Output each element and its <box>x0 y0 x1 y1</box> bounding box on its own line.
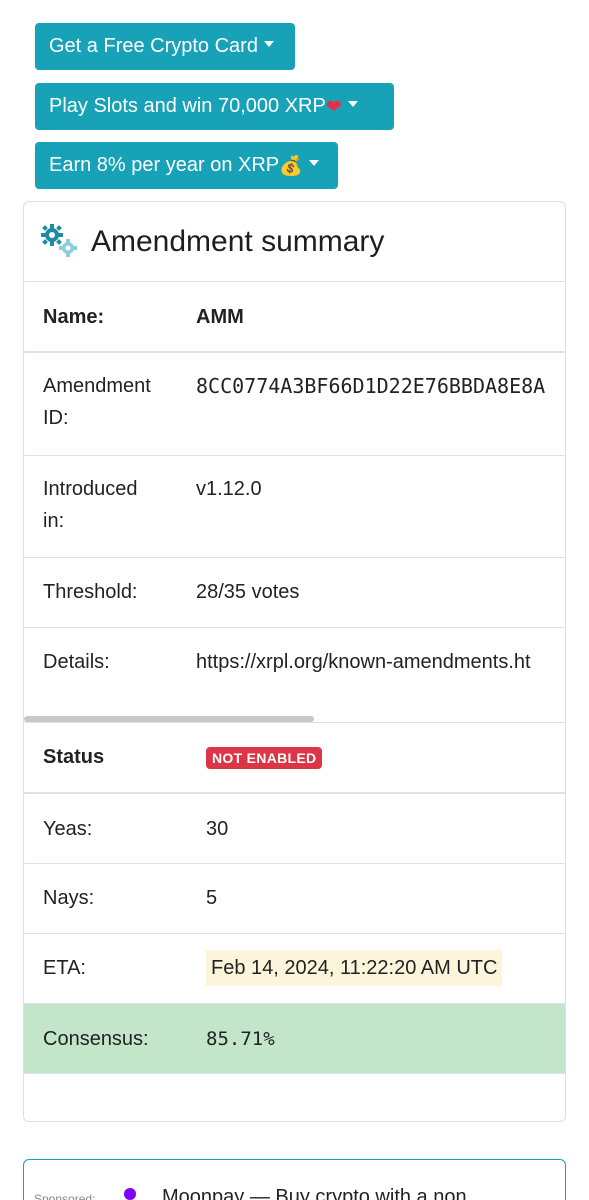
row-introduced: Introduced in: v1.12.0 <box>24 456 565 558</box>
status-badge: NOT ENABLED <box>206 747 323 769</box>
promo-button-crypto-card[interactable]: Get a Free Crypto Card <box>35 23 295 70</box>
details-link[interactable]: https://xrpl.org/known-amendments.ht <box>196 646 531 678</box>
promo-label: Earn 8% per year on XRP <box>49 154 280 176</box>
sponsored-label: Sponsored: <box>34 1192 96 1200</box>
gears-icon <box>39 222 83 262</box>
row-nays: Nays: 5 <box>24 864 565 934</box>
amendment-summary-card: Amendment summary Name: AMM Amendment ID:… <box>23 201 566 1122</box>
card-header: Amendment summary <box>24 202 565 282</box>
consensus-value: 85.71% <box>206 1028 275 1050</box>
threshold-label: Threshold: <box>43 581 138 603</box>
amendment-table: Name: AMM Amendment ID: 8CC0774A3BF66D1D2… <box>24 282 565 723</box>
card-title: Amendment summary <box>91 224 385 258</box>
amendment-id-value: 8CC0774A3BF66D1D22E76BBDA8E8A <box>196 374 546 398</box>
promo-button-earn[interactable]: Earn 8% per year on XRP 💰 <box>35 142 338 189</box>
promo-button-slots[interactable]: Play Slots and win 70,000 XRP ❤ <box>35 83 394 130</box>
name-link[interactable]: AMM <box>196 301 244 333</box>
heart-icon: ❤ <box>325 95 342 118</box>
promo-label: Play Slots and win 70,000 XRP <box>49 95 326 117</box>
name-label: Name: <box>43 306 105 328</box>
promo-label: Get a Free Crypto Card <box>49 35 258 57</box>
moonpay-logo-icon <box>124 1188 136 1200</box>
caret-down-icon <box>263 40 274 47</box>
eta-value: Feb 14, 2024, 11:22:20 AM UTC <box>206 950 503 986</box>
sponsored-text[interactable]: Moonpay — Buy crypto with a non <box>162 1186 467 1200</box>
row-status: Status NOT ENABLED <box>24 722 565 794</box>
eta-label: ETA: <box>43 957 86 979</box>
row-amendment-id: Amendment ID: 8CC0774A3BF66D1D22E76BBDA8E… <box>24 353 565 456</box>
yeas-value: 30 <box>206 818 229 840</box>
amendment-id-label: Amendment ID: <box>43 375 151 429</box>
nays-label: Nays: <box>43 887 95 909</box>
consensus-label: Consensus: <box>43 1028 149 1050</box>
details-label: Details: <box>43 651 110 673</box>
row-consensus: Consensus: 85.71% <box>24 1004 565 1074</box>
row-details: Details: https://xrpl.org/known-amendmen… <box>24 628 565 723</box>
status-table: Status NOT ENABLED Yeas: 30 Nays: 5 ETA:… <box>24 722 565 1074</box>
introduced-label: Introduced in: <box>43 478 138 532</box>
threshold-value: 28/35 votes <box>196 581 300 603</box>
status-label: Status <box>43 746 105 768</box>
row-eta: ETA: Feb 14, 2024, 11:22:20 AM UTC <box>24 934 565 1004</box>
nays-value: 5 <box>206 887 218 909</box>
caret-down-icon <box>347 100 358 107</box>
introduced-value: v1.12.0 <box>196 478 262 500</box>
yeas-label: Yeas: <box>43 818 93 840</box>
sponsored-box[interactable]: Sponsored: Moonpay — Buy crypto with a n… <box>23 1159 566 1200</box>
caret-down-icon <box>308 159 319 166</box>
row-yeas: Yeas: 30 <box>24 794 565 864</box>
money-bag-icon: 💰 <box>279 155 303 177</box>
row-threshold: Threshold: 28/35 votes <box>24 558 565 628</box>
row-name: Name: AMM <box>24 282 565 353</box>
